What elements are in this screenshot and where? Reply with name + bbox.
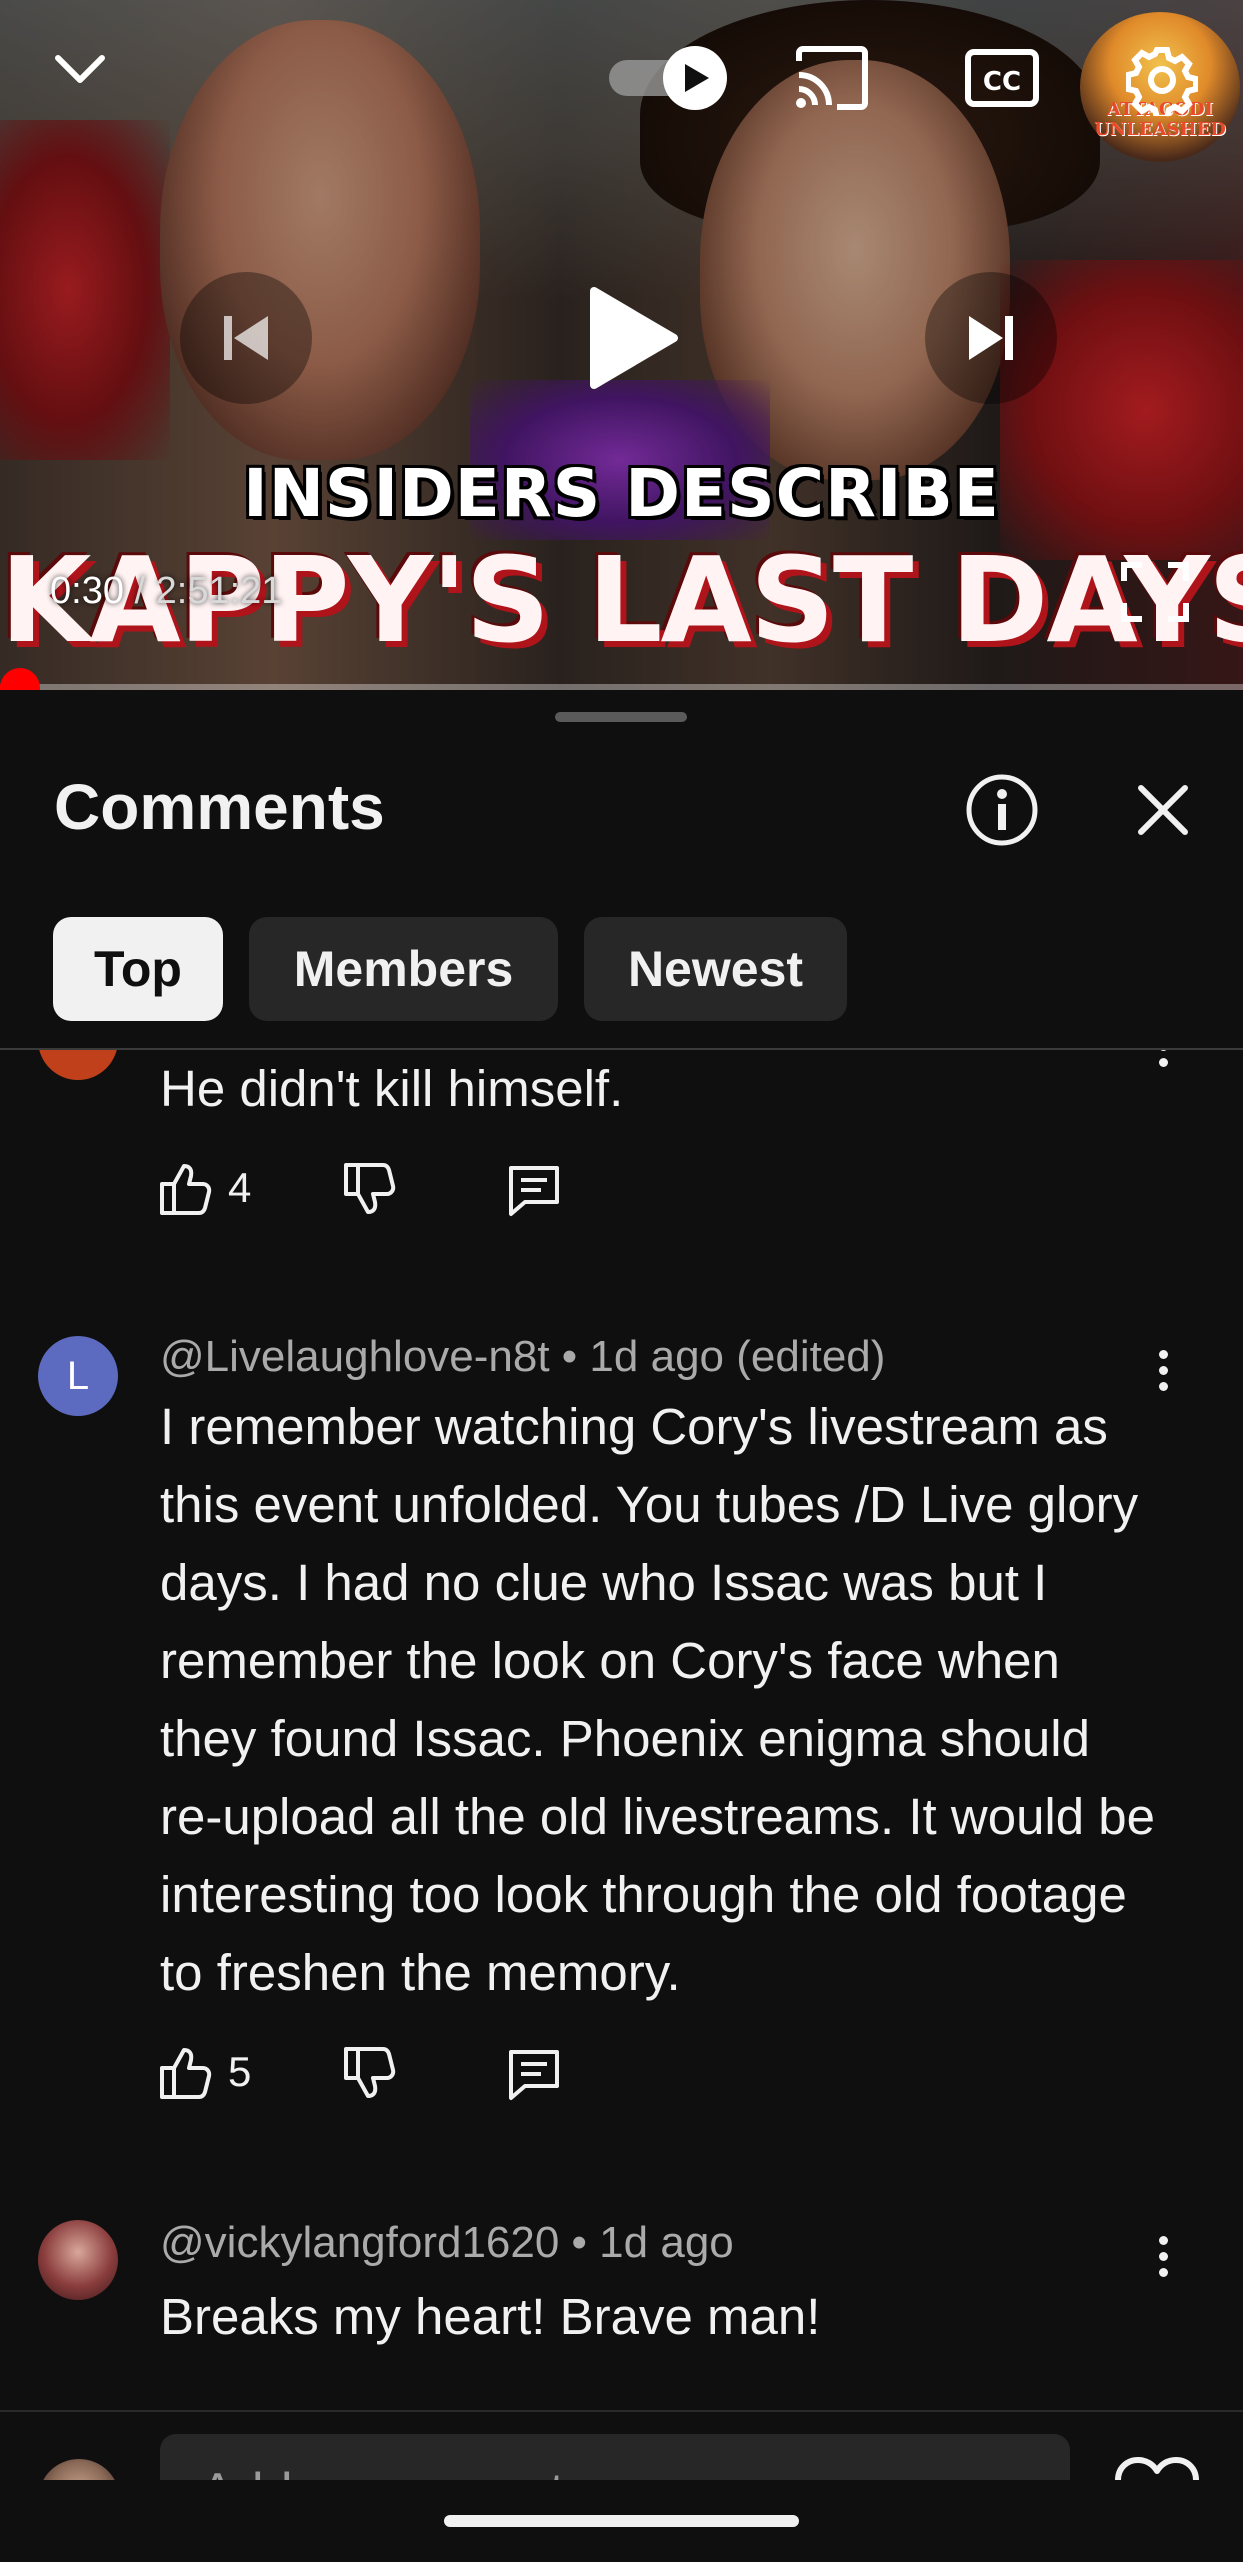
- dislike-button[interactable]: [342, 2046, 398, 2102]
- comment-text: I remember watching Cory's livestream as…: [160, 1398, 1156, 2001]
- next-icon[interactable]: [925, 272, 1057, 404]
- like-count: 4: [228, 1164, 252, 1211]
- more-options-icon[interactable]: [1145, 2226, 1181, 2286]
- comments-list[interactable]: He didn't kill himself. 4 L @Livelaughlo…: [0, 1050, 1243, 2410]
- previous-icon[interactable]: [180, 272, 312, 404]
- like-button[interactable]: 5: [158, 2044, 251, 2100]
- dislike-button[interactable]: [342, 1162, 398, 1218]
- captions-icon[interactable]: CC: [962, 40, 1042, 116]
- close-icon[interactable]: [1123, 770, 1203, 850]
- thumbs-down-icon: [344, 1163, 396, 1214]
- reply-button[interactable]: [505, 1162, 563, 1218]
- thumbs-up-icon: [160, 2048, 212, 2099]
- comment-meta[interactable]: @vickylangford1620 • 1d ago: [160, 2218, 734, 2268]
- tab-newest[interactable]: Newest: [584, 917, 847, 1021]
- tab-members[interactable]: Members: [249, 917, 558, 1021]
- gear-icon[interactable]: [1120, 38, 1204, 122]
- reply-button[interactable]: [505, 2046, 563, 2102]
- thumbnail-headline-top: INSIDERS DESCRIBE: [243, 455, 1000, 532]
- avatar[interactable]: L: [38, 1336, 118, 1416]
- play-pause-icon[interactable]: [560, 268, 700, 408]
- info-icon[interactable]: [962, 770, 1042, 850]
- system-nav-bar: [0, 2480, 1243, 2560]
- fullscreen-icon[interactable]: [1110, 552, 1200, 632]
- video-duration: 2:51:21: [155, 570, 283, 612]
- svg-text:CC: CC: [983, 67, 1021, 97]
- autoplay-toggle[interactable]: [605, 42, 735, 114]
- comments-sheet: Comments Top Members Newest He didn't ki…: [0, 690, 1243, 2562]
- thumbs-down-icon: [344, 2047, 396, 2098]
- cast-icon[interactable]: [790, 38, 874, 118]
- like-count: 5: [228, 2048, 252, 2095]
- like-button[interactable]: 4: [158, 1160, 251, 1216]
- reply-icon: [509, 1166, 559, 1216]
- drag-handle[interactable]: [555, 712, 687, 722]
- chevron-down-icon[interactable]: [40, 30, 120, 110]
- home-indicator[interactable]: [444, 2515, 799, 2527]
- reply-icon: [509, 2050, 559, 2100]
- comment-meta[interactable]: @Livelaughlove-n8t • 1d ago (edited): [160, 1332, 885, 1382]
- current-time: 0:30: [50, 570, 124, 612]
- tab-top[interactable]: Top: [53, 917, 223, 1021]
- playback-time: 0:30 / 2:51:21: [50, 570, 282, 613]
- comment-text: He didn't kill himself.: [160, 1060, 624, 1117]
- avatar[interactable]: [38, 1050, 118, 1080]
- thumbs-up-icon: [160, 1164, 212, 1215]
- avatar[interactable]: [38, 2220, 118, 2300]
- comment-text: Breaks my heart! Brave man!: [160, 2288, 821, 2345]
- time-separator: /: [123, 570, 156, 612]
- comments-title: Comments: [54, 771, 385, 843]
- video-player[interactable]: ATTACODI UNLEASHED INSIDERS DESCRIBE KAP…: [0, 0, 1243, 690]
